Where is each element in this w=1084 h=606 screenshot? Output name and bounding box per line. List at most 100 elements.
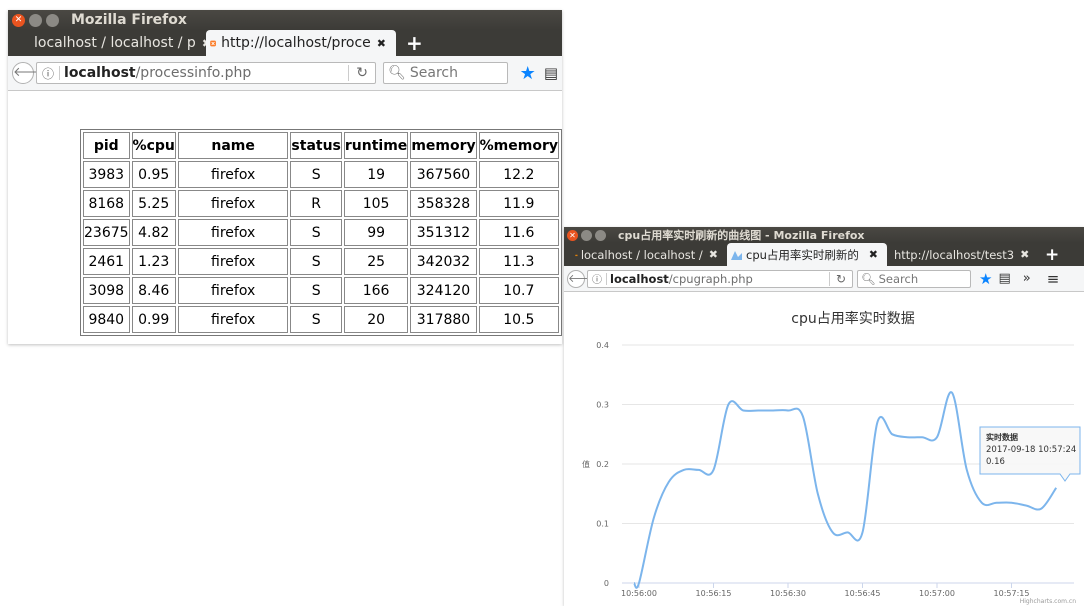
info-icon[interactable]: ⓘ [37,65,59,82]
tab-label: cpu占用率实时刷新的 [746,247,859,262]
window-minimize-button[interactable] [581,229,592,241]
table-row: 9840 0.99 firefox S 20 317880 10.5 [83,306,559,333]
window-title: cpu占用率实时刷新的曲线图 - Mozilla Firefox [618,229,865,242]
tab-test[interactable]: http://localhost/test3 ✖ [887,243,1037,266]
reading-list-icon[interactable]: ▤ [998,271,1010,286]
new-tab-button[interactable]: + [396,30,433,56]
column-header-percent-memory: %memory [478,132,559,159]
reload-icon[interactable]: ↻ [829,271,852,286]
y-tick-label: 0 [604,579,609,588]
back-button[interactable]: 🡐 [567,269,598,288]
table-row: 3983 0.95 firefox S 19 367560 12.2 [83,161,559,188]
overflow-chevron-icon[interactable]: » [1023,271,1031,286]
search-placeholder: Search [409,65,459,81]
tab-label: localhost / localhost / [580,247,703,262]
cell-name: firefox [177,248,289,275]
cell-status: S [290,161,342,188]
window-maximize-button[interactable] [46,13,59,27]
window-maximize-button[interactable] [595,229,606,241]
table-row: 23675 4.82 firefox S 99 351312 11.6 [83,219,559,246]
window-close-button[interactable]: ✕ [567,229,578,241]
url-bar[interactable]: ⓘ localhost/cpugraph.php ↻ [587,269,853,288]
tooltip-series-name: 实时数据 [986,432,1018,442]
highcharts-icon [731,250,742,260]
series-line [633,391,1058,589]
y-tick-label: 0.3 [596,401,609,410]
tab-label: http://localhost/proce [221,35,371,51]
bookmark-star-icon[interactable]: ★ [979,270,992,288]
cell-cpu: 8.46 [131,277,176,304]
y-axis-label: 值 [582,459,590,469]
cell-memory: 358328 [410,190,477,217]
reload-icon[interactable]: ↻ [348,65,375,81]
url-divider [59,66,61,80]
back-button[interactable]: 🡐 [12,62,48,84]
cell-cpu: 5.25 [131,190,176,217]
tab-close-icon[interactable]: ✖ [371,37,392,50]
table-row: 3098 8.46 firefox S 166 324120 10.7 [83,277,559,304]
y-tick-label: 0.1 [596,520,609,529]
window-minimize-button[interactable] [29,13,42,27]
reading-list-icon[interactable]: ▤ [544,64,558,82]
tooltip-value: 0.16 [986,457,1005,467]
cell-memory: 351312 [410,219,477,246]
column-header-name: name [177,132,289,159]
url-path: /cpugraph.php [668,271,753,286]
search-box[interactable]: 🔍︎ Search [383,62,508,84]
tab-phpmyadmin[interactable]: localhost / localhost / p ✖ [26,30,206,56]
cell-runtime: 25 [343,248,409,275]
page-content: pid %cpu name status runtime memory %mem… [8,91,562,344]
cell-name: firefox [177,161,289,188]
cell-runtime: 99 [343,219,409,246]
cell-cpu: 0.99 [131,306,176,333]
search-icon: 🔍︎ [861,271,876,286]
tab-cpugraph[interactable]: cpu占用率实时刷新的 ✖ [727,243,887,266]
cell-pid: 8168 [83,190,130,217]
tab-strip: localhost / localhost / p ✖ http://local… [8,30,562,56]
process-table: pid %cpu name status runtime memory %mem… [80,129,562,336]
cell-percent-memory: 10.7 [478,277,559,304]
window-close-button[interactable]: ✕ [12,13,25,27]
column-header-memory: memory [410,132,477,159]
cell-runtime: 19 [343,161,409,188]
process-info-window: ✕ Mozilla Firefox localhost / localhost … [8,10,562,344]
x-tick-label: 10:57:15 [994,589,1030,598]
cell-name: firefox [177,306,289,333]
tab-phpmyadmin[interactable]: localhost / localhost / ✖ [572,243,727,266]
bookmark-star-icon[interactable]: ★ [520,63,536,84]
cell-status: R [290,190,342,217]
hamburger-menu-icon[interactable]: ≡ [1047,270,1060,288]
chart-credits: Highcharts.com.cn [1020,598,1076,605]
cell-pid: 3098 [83,277,130,304]
xampp-icon [210,40,216,46]
tab-strip: localhost / localhost / ✖ cpu占用率实时刷新的 ✖ … [564,243,1084,266]
cell-cpu: 1.23 [131,248,176,275]
cpu-graph-window: ✕ cpu占用率实时刷新的曲线图 - Mozilla Firefox local… [564,227,1084,606]
info-icon[interactable]: ⓘ [588,271,606,286]
window-title: Mozilla Firefox [71,12,187,28]
cell-status: S [290,248,342,275]
cell-runtime: 105 [343,190,409,217]
search-placeholder: Search [878,271,919,286]
url-host: localhost [610,271,669,286]
table-row: 2461 1.23 firefox S 25 342032 11.3 [83,248,559,275]
cell-pid: 23675 [83,219,130,246]
cell-percent-memory: 11.3 [478,248,559,275]
cell-percent-memory: 12.2 [478,161,559,188]
url-bar[interactable]: ⓘ localhost/processinfo.php ↻ [36,62,377,84]
search-box[interactable]: 🔍︎ Search [857,269,971,288]
tab-close-icon[interactable]: ✖ [196,37,206,50]
x-tick-label: 10:56:15 [696,589,732,598]
y-tick-label: 0.2 [596,460,609,469]
column-header-status: status [290,132,342,159]
url-host: localhost [64,65,136,81]
tab-close-icon[interactable]: ✖ [703,248,724,261]
tab-close-icon[interactable]: ✖ [863,248,884,261]
column-header-runtime: runtime [343,132,409,159]
plus-icon: + [406,31,423,55]
cell-cpu: 4.82 [131,219,176,246]
new-tab-button[interactable]: + [1037,243,1067,266]
tab-processinfo[interactable]: http://localhost/proce ✖ [206,30,396,56]
tab-close-icon[interactable]: ✖ [1014,248,1035,261]
cell-memory: 324120 [410,277,477,304]
